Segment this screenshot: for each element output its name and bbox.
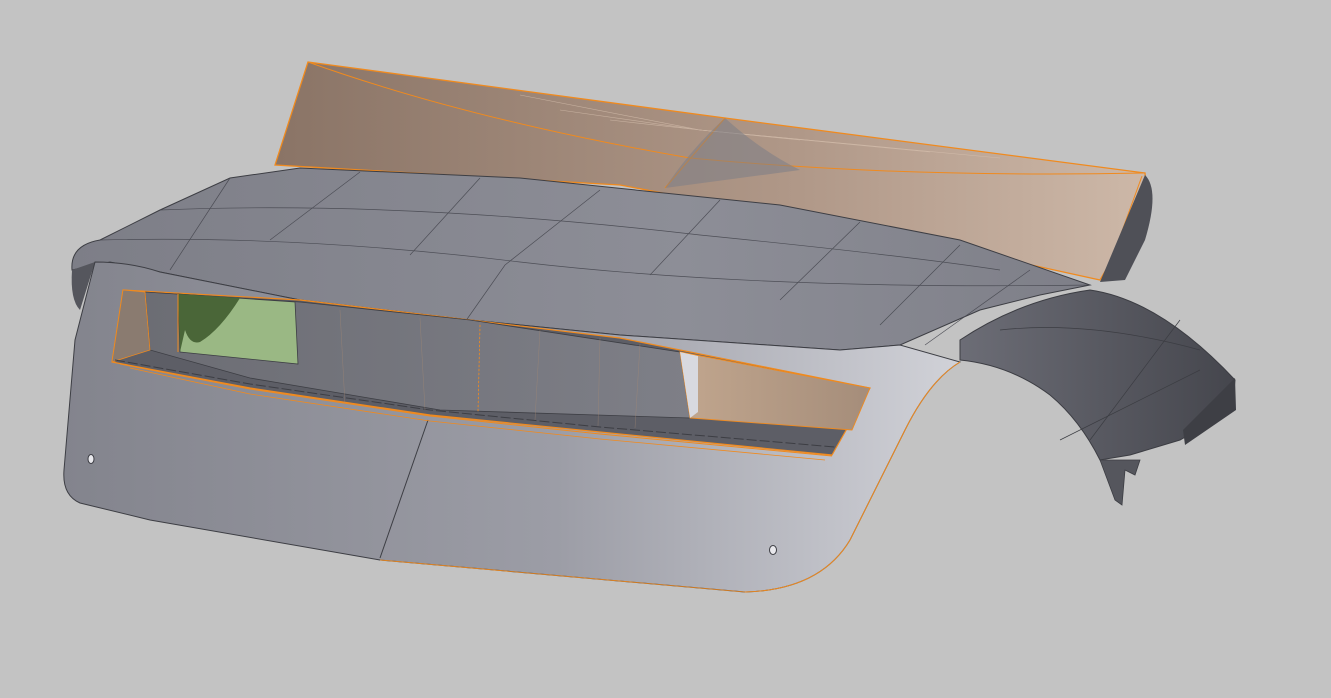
right-arm[interactable] [959, 289, 1236, 506]
model-canvas[interactable] [0, 0, 1331, 698]
mount-hole-left-icon [87, 454, 95, 464]
display-screen [177, 293, 299, 365]
cad-viewport[interactable] [0, 0, 1331, 698]
mount-hole-right-icon [769, 545, 777, 555]
